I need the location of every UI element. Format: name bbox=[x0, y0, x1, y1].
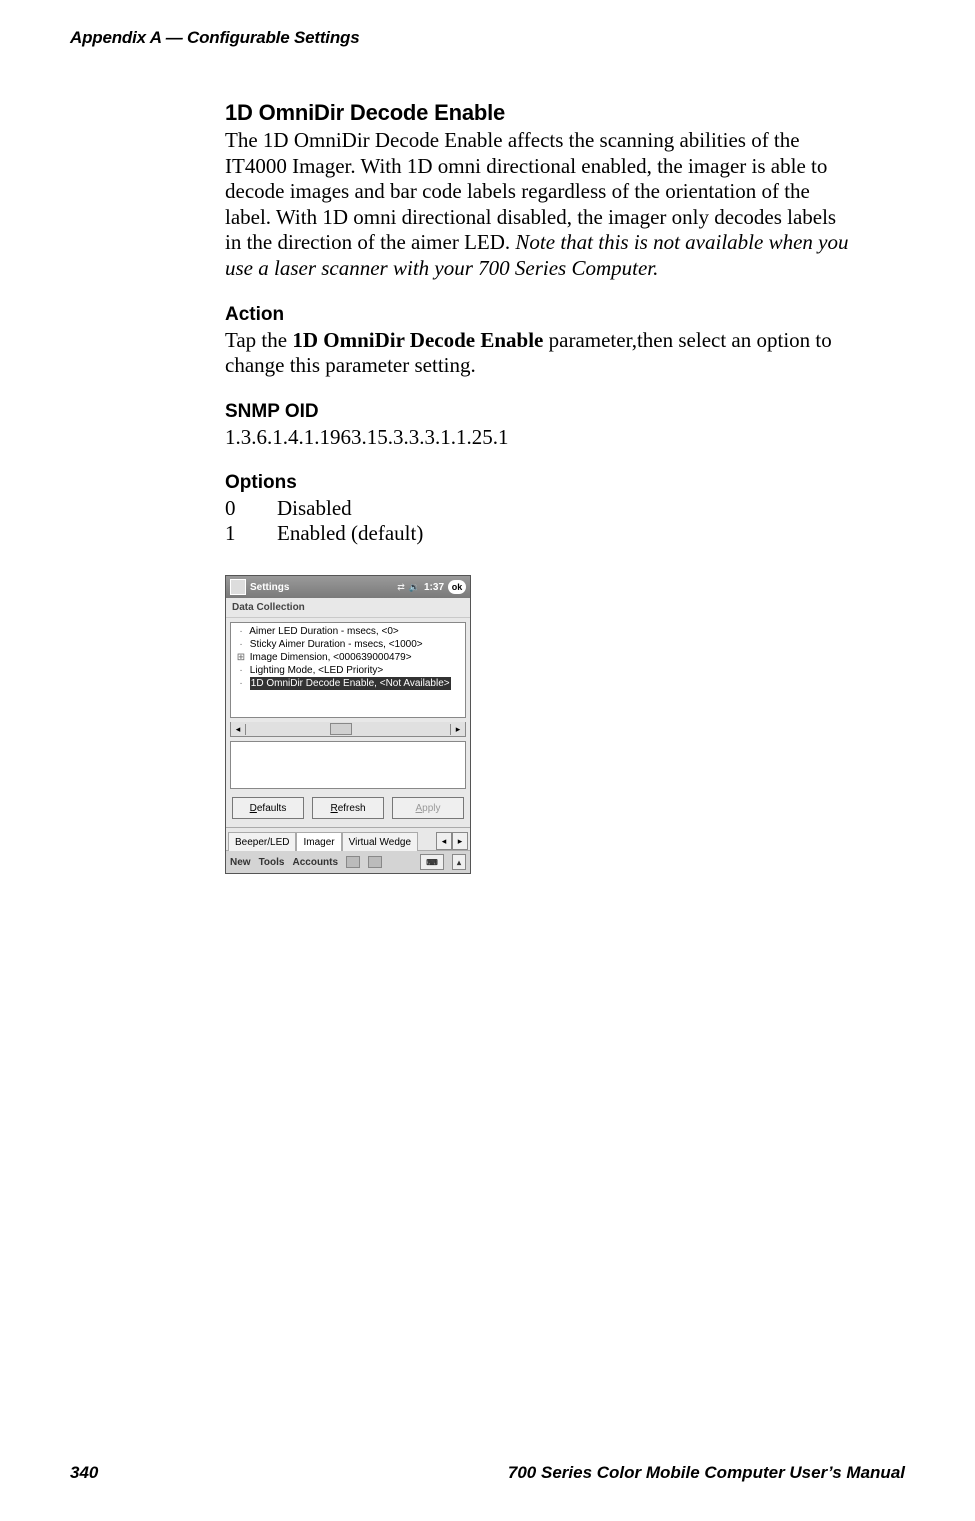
tab-strip: Beeper/LED Imager Virtual Wedge ◂ ▸ bbox=[226, 827, 470, 850]
ok-button[interactable]: ok bbox=[448, 580, 466, 594]
page: Appendix A — Configurable Settings 1D Om… bbox=[0, 0, 975, 1521]
connectivity-icon[interactable]: ⇄ bbox=[397, 582, 405, 593]
scroll-thumb[interactable] bbox=[330, 723, 352, 735]
option-code: 1 bbox=[225, 521, 277, 547]
toolbar-icon[interactable] bbox=[346, 856, 360, 868]
sip-up-arrow-icon[interactable]: ▴ bbox=[452, 854, 466, 870]
command-bar: New Tools Accounts ⌨ ▴ bbox=[226, 850, 470, 873]
settings-tree[interactable]: · Aimer LED Duration - msecs, <0> · Stic… bbox=[230, 622, 466, 718]
option-label: Enabled (default) bbox=[277, 521, 423, 547]
tree-expand-icon[interactable]: ⊞ bbox=[235, 651, 247, 664]
tab-scroll-left-icon[interactable]: ◂ bbox=[436, 832, 452, 850]
page-footer: 340 700 Series Color Mobile Computer Use… bbox=[70, 1463, 905, 1483]
tree-branch-icon: · bbox=[235, 677, 247, 690]
windows-flag-icon[interactable] bbox=[230, 579, 246, 595]
device-title: Settings bbox=[250, 582, 393, 593]
menu-tools[interactable]: Tools bbox=[259, 857, 285, 868]
section-title: 1D OmniDir Decode Enable bbox=[225, 100, 855, 126]
tab-imager[interactable]: Imager bbox=[296, 832, 341, 851]
running-header: Appendix A — Configurable Settings bbox=[70, 28, 905, 48]
scroll-right-arrow-icon[interactable]: ▸ bbox=[450, 724, 465, 735]
tree-item[interactable]: · Sticky Aimer Duration - msecs, <1000> bbox=[235, 638, 461, 651]
action-paragraph: Tap the 1D OmniDir Decode Enable paramet… bbox=[225, 328, 855, 379]
apply-button: Apply bbox=[392, 797, 464, 819]
options-heading: Options bbox=[225, 472, 855, 494]
tree-item-label: Lighting Mode, <LED Priority> bbox=[250, 665, 383, 676]
snmp-heading: SNMP OID bbox=[225, 401, 855, 423]
menu-accounts[interactable]: Accounts bbox=[293, 857, 339, 868]
book-title: 700 Series Color Mobile Computer User’s … bbox=[508, 1463, 905, 1483]
tab-nav: ◂ ▸ bbox=[436, 832, 468, 850]
tree-item[interactable]: ⊞ Image Dimension, <000639000479> bbox=[235, 651, 461, 664]
tree-branch-icon: · bbox=[235, 638, 247, 651]
defaults-button[interactable]: Defaults bbox=[232, 797, 304, 819]
clock-text: 1:37 bbox=[424, 582, 444, 593]
section-paragraph: The 1D OmniDir Decode Enable affects the… bbox=[225, 128, 855, 282]
tree-branch-icon: · bbox=[235, 664, 247, 677]
options-row: 1 Enabled (default) bbox=[225, 521, 855, 547]
tree-item[interactable]: · Aimer LED Duration - msecs, <0> bbox=[235, 625, 461, 638]
tree-item[interactable]: · Lighting Mode, <LED Priority> bbox=[235, 664, 461, 677]
action-heading: Action bbox=[225, 304, 855, 326]
options-table: 0 Disabled 1 Enabled (default) bbox=[225, 496, 855, 547]
tab-virtual-wedge[interactable]: Virtual Wedge bbox=[342, 832, 418, 851]
content-block: 1D OmniDir Decode Enable The 1D OmniDir … bbox=[225, 100, 855, 874]
applet-title: Data Collection bbox=[226, 598, 470, 618]
option-code: 0 bbox=[225, 496, 277, 522]
sip-keyboard-icon[interactable]: ⌨ bbox=[420, 854, 444, 870]
speaker-icon[interactable]: 🔉 bbox=[409, 582, 420, 593]
refresh-rest: efresh bbox=[338, 803, 366, 814]
defaults-rest: efaults bbox=[257, 803, 286, 814]
horizontal-scrollbar[interactable]: ◂ ▸ bbox=[230, 722, 466, 737]
value-editor[interactable] bbox=[230, 741, 466, 789]
menu-new[interactable]: New bbox=[230, 857, 251, 868]
tree-item-label: 1D OmniDir Decode Enable, <Not Available… bbox=[250, 677, 451, 690]
options-row: 0 Disabled bbox=[225, 496, 855, 522]
scroll-left-arrow-icon[interactable]: ◂ bbox=[231, 724, 246, 735]
action-text-bold: 1D OmniDir Decode Enable bbox=[292, 328, 543, 352]
tree-item-label: Sticky Aimer Duration - msecs, <1000> bbox=[250, 639, 423, 650]
option-label: Disabled bbox=[277, 496, 352, 522]
tree-item-label: Aimer LED Duration - msecs, <0> bbox=[249, 626, 399, 637]
tree-branch-icon: · bbox=[235, 625, 247, 638]
tab-beeper-led[interactable]: Beeper/LED bbox=[228, 832, 296, 851]
apply-rest: pply bbox=[422, 803, 440, 814]
tree-item-selected[interactable]: · 1D OmniDir Decode Enable, <Not Availab… bbox=[235, 677, 461, 690]
scroll-track[interactable] bbox=[246, 722, 450, 736]
toolbar-icon[interactable] bbox=[368, 856, 382, 868]
device-screenshot: Settings ⇄ 🔉 1:37 ok Data Collection · A… bbox=[225, 575, 471, 874]
defaults-accel: D bbox=[250, 803, 257, 814]
page-number: 340 bbox=[70, 1463, 98, 1483]
tab-scroll-right-icon[interactable]: ▸ bbox=[452, 832, 468, 850]
action-text-pre: Tap the bbox=[225, 328, 292, 352]
button-row: Defaults Refresh Apply bbox=[226, 793, 470, 827]
refresh-accel: R bbox=[330, 803, 337, 814]
snmp-oid-value: 1.3.6.1.4.1.1963.15.3.3.3.1.1.25.1 bbox=[225, 425, 855, 450]
device-titlebar: Settings ⇄ 🔉 1:37 ok bbox=[226, 576, 470, 598]
refresh-button[interactable]: Refresh bbox=[312, 797, 384, 819]
tree-item-label: Image Dimension, <000639000479> bbox=[250, 652, 412, 663]
